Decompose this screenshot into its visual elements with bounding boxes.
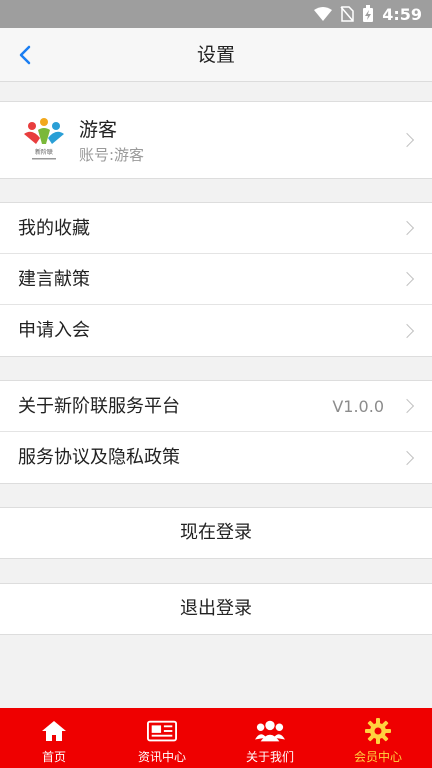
status-time: 4:59: [382, 4, 422, 24]
logo-text: 新阶联: [35, 148, 53, 156]
home-icon: [39, 716, 69, 746]
profile-row[interactable]: 新阶联 游客 账号:游客: [0, 102, 432, 178]
wifi-icon: [314, 7, 333, 21]
login-button[interactable]: 现在登录: [0, 508, 432, 558]
battery-icon: [363, 5, 374, 22]
chevron-right-icon: [399, 323, 415, 338]
status-bar: 4:59: [0, 0, 432, 28]
logo-avatar: 新阶联: [24, 118, 64, 160]
login-group: 现在登录: [0, 507, 432, 559]
tab-label: 关于我们: [245, 750, 294, 764]
version-value: V1.0.0: [332, 397, 384, 416]
profile-name: 游客: [79, 119, 118, 141]
menu-item-label: 关于新阶联服务平台: [18, 396, 180, 417]
menu-item-label: 建言献策: [18, 269, 90, 290]
gear-icon: [363, 716, 393, 746]
tab-about-us[interactable]: 关于我们: [216, 708, 324, 768]
logout-group: 退出登录: [0, 583, 432, 635]
nav-bar: 设置: [0, 28, 432, 82]
newspaper-icon: [147, 716, 177, 746]
menu-item-label: 申请入会: [18, 320, 90, 341]
logout-button[interactable]: 退出登录: [0, 584, 432, 634]
menu-item-privacy-policy[interactable]: 服务协议及隐私政策: [0, 432, 432, 483]
menu-item-about[interactable]: 关于新阶联服务平台 V1.0.0: [0, 381, 432, 432]
no-sim-icon: [340, 6, 354, 22]
chevron-right-icon: [399, 398, 415, 414]
group-icon: [255, 716, 285, 746]
tab-member-center[interactable]: 会员中心: [324, 708, 432, 768]
menu-item-label: 服务协议及隐私政策: [18, 447, 180, 468]
chevron-right-icon: [399, 220, 415, 236]
menu-item-label: 我的收藏: [18, 218, 90, 239]
menu-item-apply-membership[interactable]: 申请入会: [0, 305, 432, 356]
profile-account: 账号:游客: [79, 146, 145, 164]
chevron-right-icon: [399, 132, 415, 148]
chevron-right-icon: [399, 450, 415, 465]
tab-label: 资讯中心: [137, 750, 186, 764]
menu-item-suggestions[interactable]: 建言献策: [0, 254, 432, 305]
tab-bar: 首页 资讯中心 关于我们 会员中心: [0, 708, 432, 768]
tab-label: 会员中心: [353, 750, 402, 764]
page-title: 设置: [196, 44, 235, 66]
menu-item-favorites[interactable]: 我的收藏: [0, 203, 432, 254]
chevron-right-icon: [399, 271, 415, 287]
profile-group: 新阶联 游客 账号:游客: [0, 101, 432, 179]
tab-news[interactable]: 资讯中心: [108, 708, 216, 768]
tab-label: 首页: [41, 750, 66, 764]
menu-group-1: 我的收藏 建言献策 申请入会: [0, 202, 432, 357]
tab-home[interactable]: 首页: [0, 708, 108, 768]
menu-group-2: 关于新阶联服务平台 V1.0.0 服务协议及隐私政策: [0, 380, 432, 484]
status-icons: 4:59: [314, 0, 422, 28]
